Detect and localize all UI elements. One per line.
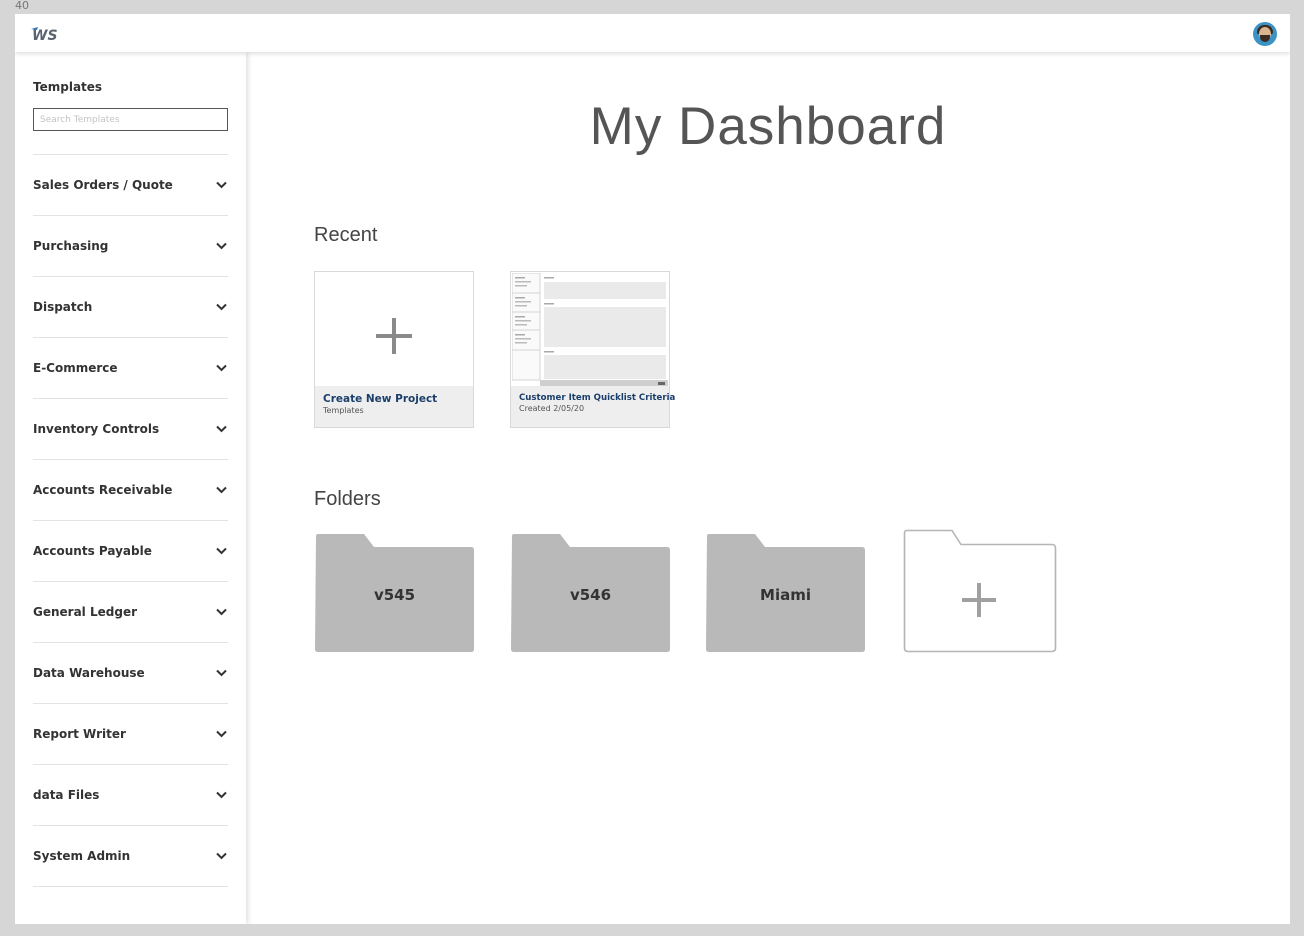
create-new-project-card[interactable]: Create New Project Templates — [314, 271, 474, 428]
sidebar-item-accounts-payable[interactable]: Accounts Payable — [33, 521, 228, 582]
chevron-down-icon — [215, 240, 227, 252]
sidebar-item-label: data Files — [33, 788, 100, 802]
app-frame: WS Templates Sales Orders / Quote Purcha… — [15, 14, 1290, 924]
recent-heading: Recent — [314, 224, 378, 246]
sidebar-item-report-writer[interactable]: Report Writer — [33, 704, 228, 765]
card-subtitle: Templates — [323, 406, 364, 415]
folders-heading: Folders — [314, 488, 381, 510]
sidebar-item-inventory-controls[interactable]: Inventory Controls — [33, 399, 228, 460]
project-thumbnail-icon — [511, 272, 668, 387]
chevron-down-icon — [215, 728, 227, 740]
chevron-down-icon — [215, 179, 227, 191]
sidebar-item-data-warehouse[interactable]: Data Warehouse — [33, 643, 228, 704]
sidebar-item-e-commerce[interactable]: E-Commerce — [33, 338, 228, 399]
page-number: 40 — [15, 0, 29, 12]
sidebar-item-label: E-Commerce — [33, 361, 118, 375]
card-footer: Create New Project Templates — [315, 386, 473, 427]
page-title: My Dashboard — [589, 97, 947, 156]
sidebar-item-label: Sales Orders / Quote — [33, 178, 173, 192]
card-title: Create New Project — [323, 393, 438, 405]
chevron-down-icon — [215, 789, 227, 801]
templates-sidebar: Templates Sales Orders / Quote Purchasin… — [15, 52, 246, 924]
sidebar-item-label: System Admin — [33, 849, 131, 863]
logo-text: WS — [32, 28, 58, 44]
chevron-down-icon — [215, 667, 227, 679]
avatar-beard — [1260, 35, 1270, 42]
template-search-input[interactable] — [33, 108, 228, 131]
card-subtitle: Created 2/05/20 — [519, 404, 585, 413]
sidebar-item-label: Report Writer — [33, 727, 126, 741]
sidebar-item-data-files[interactable]: data Files — [33, 765, 228, 826]
sidebar-menu: Sales Orders / Quote Purchasing Dispatch… — [33, 154, 228, 887]
folder-label: Miami — [760, 586, 811, 604]
sidebar-item-label: Purchasing — [33, 239, 109, 253]
chevron-down-icon — [215, 301, 227, 313]
add-folder-icon — [903, 529, 1057, 653]
sidebar-item-label: Data Warehouse — [33, 666, 145, 680]
chevron-down-icon — [215, 362, 227, 374]
sidebar-item-accounts-receivable[interactable]: Accounts Receivable — [33, 460, 228, 521]
sidebar-item-label: Accounts Receivable — [33, 483, 173, 497]
chevron-down-icon — [215, 484, 227, 496]
sidebar-item-dispatch[interactable]: Dispatch — [33, 277, 228, 338]
card-footer: Customer Item Quicklist Criteria Created… — [511, 386, 676, 427]
dashboard-main: My Dashboard Recent Create New Project T… — [246, 52, 1290, 924]
sidebar-item-label: General Ledger — [33, 605, 137, 619]
sidebar-item-system-admin[interactable]: System Admin — [33, 826, 228, 887]
folder-v545[interactable]: v545 — [314, 533, 475, 653]
folder-v546[interactable]: v546 — [510, 533, 671, 653]
sidebar-item-label: Inventory Controls — [33, 422, 160, 436]
plus-icon — [376, 318, 412, 354]
folder-label: v545 — [373, 586, 416, 604]
chevron-down-icon — [215, 850, 227, 862]
ws-logo-icon[interactable]: WS — [29, 24, 65, 44]
folder-miami[interactable]: Miami — [705, 533, 866, 653]
sidebar-item-label: Dispatch — [33, 300, 93, 314]
chevron-down-icon — [215, 606, 227, 618]
chevron-down-icon — [215, 423, 227, 435]
card-thumbnail — [316, 273, 472, 387]
user-avatar-icon[interactable] — [1253, 22, 1277, 46]
sidebar-item-label: Accounts Payable — [33, 544, 152, 558]
recent-project-card[interactable]: Customer Item Quicklist Criteria Created… — [510, 271, 676, 428]
add-folder-button[interactable] — [903, 529, 1057, 654]
sidebar-title: Templates — [33, 80, 103, 94]
sidebar-item-sales-orders-quote[interactable]: Sales Orders / Quote — [33, 155, 228, 216]
top-bar: WS — [15, 14, 1290, 52]
folder-label: v546 — [569, 586, 612, 604]
chevron-down-icon — [215, 545, 227, 557]
sidebar-item-general-ledger[interactable]: General Ledger — [33, 582, 228, 643]
sidebar-item-purchasing[interactable]: Purchasing — [33, 216, 228, 277]
card-title: Customer Item Quicklist Criteria — [519, 393, 676, 403]
